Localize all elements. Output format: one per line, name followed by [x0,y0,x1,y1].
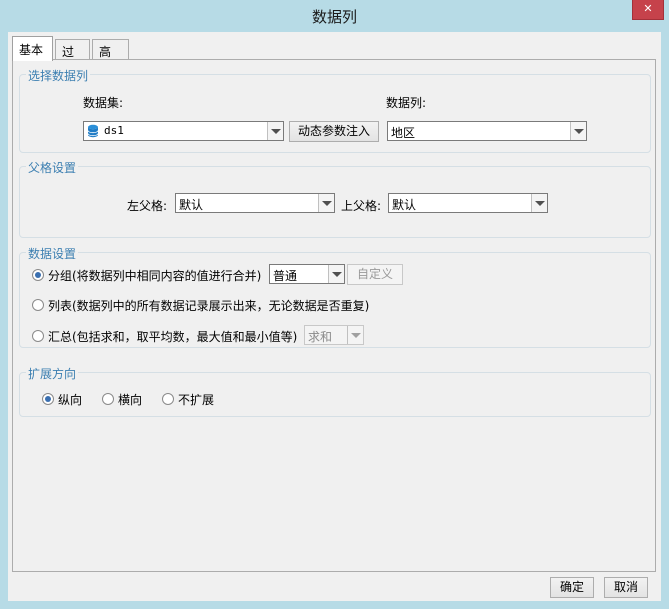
expand-direction-title: 扩展方向 [26,365,79,382]
chevron-down-icon [267,122,283,140]
summary-radio[interactable] [32,330,44,342]
up-parent-label: 上父格: [341,199,382,213]
up-parent-select[interactable]: 默认 [388,193,548,213]
window-title: 数据列 [311,8,357,26]
expand-horizontal-radio[interactable] [102,393,114,405]
select-column-title: 选择数据列 [26,67,91,84]
expand-vertical-label: 纵向 [58,393,83,407]
up-parent-value: 默认 [392,198,417,212]
dialog-footer: 确定 取消 [8,574,661,601]
group-radio[interactable] [32,269,44,281]
ok-button[interactable]: 确定 [550,577,594,598]
expand-none-label: 不扩展 [178,393,215,407]
chevron-down-icon [531,194,547,212]
expand-none-radio[interactable] [162,393,174,405]
dataset-label: 数据集: [83,96,124,110]
dynamic-param-button[interactable]: 动态参数注入 [289,121,379,142]
tab-basic[interactable]: 基本 [12,36,53,61]
group-label: 分组(将数据列中相同内容的值进行合并) [48,269,262,283]
title-bar: 数据列 ✕ [0,0,669,32]
column-value: 地区 [391,126,416,140]
expand-direction-group: 扩展方向 纵向 横向 不扩展 [19,365,651,417]
select-column-group: 选择数据列 数据集: ds1 动态参数注入 数据列: 地区 [19,67,651,153]
chevron-down-icon [347,326,363,344]
dataset-value: ds1 [104,124,124,137]
left-parent-select[interactable]: 默认 [175,193,335,213]
chevron-down-icon [318,194,334,212]
list-radio[interactable] [32,299,44,311]
parent-settings-title: 父格设置 [26,159,79,176]
column-select[interactable]: 地区 [387,121,587,141]
dialog-body: 基本 过滤 高级 选择数据列 数据集: ds1 动态参数注入 数据列: 地区 [8,32,661,601]
custom-button[interactable]: 自定义 [347,264,403,285]
tab-panel-basic: 选择数据列 数据集: ds1 动态参数注入 数据列: 地区 父格设置 左父格: … [12,59,656,572]
tab-filter[interactable]: 过滤 [55,39,90,76]
group-mode-select[interactable]: 普通 [269,264,345,284]
cancel-button[interactable]: 取消 [604,577,648,598]
left-parent-value: 默认 [179,198,204,212]
expand-horizontal-label: 横向 [118,393,143,407]
group-mode-value: 普通 [273,269,298,283]
parent-settings-group: 父格设置 左父格: 默认 上父格: 默认 [19,159,651,238]
summary-label: 汇总(包括求和，取平均数，最大值和最小值等) [48,330,298,344]
summary-select[interactable]: 求和 [304,325,364,345]
close-icon: ✕ [643,2,653,15]
column-label: 数据列: [386,96,427,110]
database-icon [87,124,99,138]
chevron-down-icon [570,122,586,140]
chevron-down-icon [328,265,344,283]
dataset-select[interactable]: ds1 [83,121,284,141]
expand-vertical-radio[interactable] [42,393,54,405]
close-button[interactable]: ✕ [632,0,664,20]
tab-advanced[interactable]: 高级 [92,39,129,76]
data-settings-group: 数据设置 分组(将数据列中相同内容的值进行合并) 普通 自定义 列表(数据列中的… [19,245,651,348]
left-parent-label: 左父格: [127,199,168,213]
summary-value: 求和 [308,330,333,344]
list-label: 列表(数据列中的所有数据记录展示出来，无论数据是否重复) [48,299,370,313]
data-settings-title: 数据设置 [26,245,79,262]
